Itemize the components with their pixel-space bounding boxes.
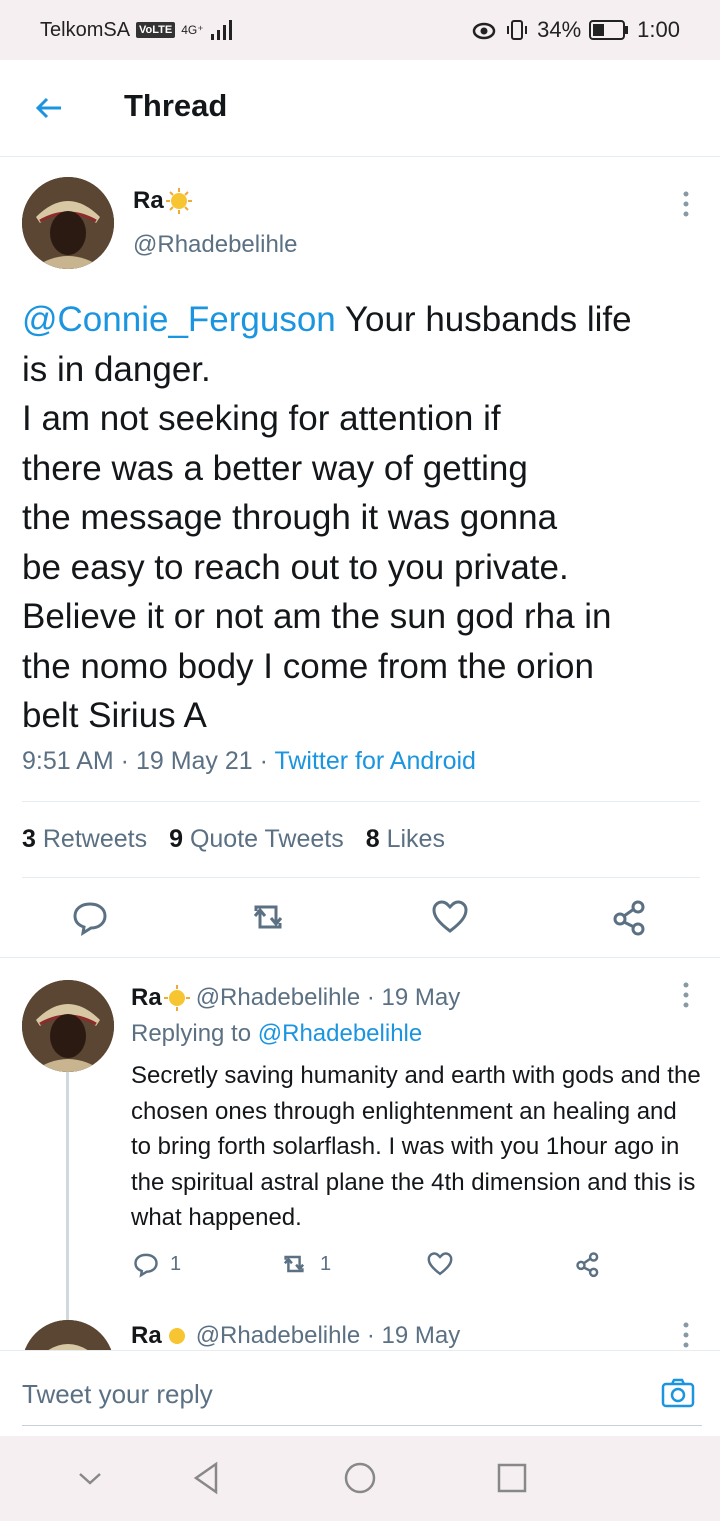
more-options-icon[interactable] bbox=[682, 191, 690, 217]
tweet-actions bbox=[0, 897, 720, 957]
reply-composer: Tweet your reply bbox=[0, 1350, 720, 1437]
likes-stat[interactable]: 8 Likes bbox=[366, 825, 445, 854]
thread-connector-line bbox=[66, 1072, 69, 1322]
reply-icon[interactable] bbox=[70, 897, 110, 937]
avatar[interactable] bbox=[22, 1320, 114, 1350]
author-name: Ra bbox=[133, 187, 164, 214]
tweet-meta: 9:51 AM · 19 May 21 · Twitter for Androi… bbox=[22, 747, 476, 775]
retweet-icon bbox=[283, 1255, 305, 1273]
tweet-text: @Connie_Ferguson Your husbands life is i… bbox=[22, 295, 712, 741]
more-options-icon[interactable] bbox=[682, 1322, 690, 1348]
status-left: TelkomSA VoLTE 4G⁺ bbox=[40, 19, 234, 42]
reply-underline bbox=[22, 1425, 702, 1426]
volte-badge: VoLTE bbox=[136, 22, 176, 38]
reply-handle-date: @Rhadebelihle · 19 May bbox=[195, 984, 461, 1011]
clock: 1:00 bbox=[637, 17, 680, 42]
author-name-row[interactable]: Ra bbox=[133, 187, 192, 215]
signal-icon bbox=[210, 20, 232, 40]
share-icon[interactable] bbox=[610, 897, 650, 937]
divider bbox=[0, 957, 720, 958]
status-bar: TelkomSA VoLTE 4G⁺ 34% 1:00 bbox=[0, 0, 720, 60]
replying-to-link[interactable]: @Rhadebelihle bbox=[258, 1020, 422, 1047]
reply-input[interactable]: Tweet your reply bbox=[22, 1379, 213, 1410]
author-name: Ra bbox=[131, 984, 162, 1011]
reply-count: 1 bbox=[170, 1252, 182, 1275]
author-handle[interactable]: @Rhadebelihle bbox=[133, 231, 297, 259]
chevron-down-icon[interactable] bbox=[72, 1460, 108, 1496]
battery-icon bbox=[589, 20, 629, 40]
network-type: 4G⁺ bbox=[181, 23, 204, 37]
avatar[interactable] bbox=[22, 980, 114, 1072]
mention-link[interactable]: @Connie_Ferguson bbox=[22, 300, 336, 339]
tweet-stats: 3 Retweets 9 Quote Tweets 8 Likes bbox=[22, 825, 445, 854]
sun-emoji-icon bbox=[163, 985, 190, 1011]
reply-author-row[interactable]: Ra @Rhadebelihle · 19 May bbox=[131, 984, 460, 1012]
tweet-body: Your husbands life is in danger. I am no… bbox=[22, 300, 632, 735]
replying-to: Replying to @Rhadebelihle bbox=[131, 1020, 423, 1047]
more-options-icon[interactable] bbox=[682, 982, 690, 1008]
retweet-action[interactable]: 1 bbox=[278, 1250, 331, 1278]
reply-action[interactable]: 1 bbox=[132, 1250, 181, 1278]
android-nav-bar bbox=[0, 1436, 720, 1521]
avatar-image bbox=[22, 980, 114, 1072]
sun-emoji-icon bbox=[165, 188, 192, 214]
recents-square-icon[interactable] bbox=[494, 1460, 530, 1496]
like-icon[interactable] bbox=[430, 897, 470, 937]
share-icon bbox=[576, 1252, 599, 1278]
back-triangle-icon[interactable] bbox=[188, 1460, 224, 1496]
avatar-image bbox=[22, 177, 114, 269]
arrow-left-icon[interactable] bbox=[34, 93, 64, 123]
home-circle-icon[interactable] bbox=[342, 1460, 378, 1496]
page-title: Thread bbox=[124, 88, 228, 123]
tweet-date: 19 May 21 bbox=[135, 747, 253, 775]
next-tweet[interactable]: Ra @Rhadebelihle · 19 May bbox=[0, 1300, 720, 1350]
carrier-name: TelkomSA bbox=[40, 18, 131, 41]
author-name: Ra bbox=[131, 1322, 162, 1349]
retweet-icon[interactable] bbox=[248, 897, 288, 937]
divider bbox=[22, 877, 700, 878]
avatar-image bbox=[22, 1320, 114, 1350]
divider bbox=[22, 801, 700, 802]
like-action[interactable] bbox=[426, 1250, 454, 1278]
retweets-stat[interactable]: 3 Retweets bbox=[22, 825, 147, 854]
reply-text: Secretly saving humanity and earth with … bbox=[131, 1062, 701, 1231]
retweet-count: 1 bbox=[320, 1252, 332, 1275]
status-right: 34% 1:00 bbox=[471, 17, 680, 43]
thread-header: Thread bbox=[0, 60, 720, 157]
vibrate-icon bbox=[507, 20, 528, 40]
battery-percent: 34% bbox=[537, 17, 582, 42]
tweet-time: 9:51 AM bbox=[22, 747, 114, 775]
next-author-row[interactable]: Ra @Rhadebelihle · 19 May bbox=[131, 1322, 460, 1350]
sun-emoji-icon bbox=[168, 1328, 185, 1344]
avatar[interactable] bbox=[22, 177, 114, 269]
reply-icon bbox=[134, 1253, 158, 1278]
eye-comfort-icon bbox=[472, 22, 496, 40]
tweet-source-link[interactable]: Twitter for Android bbox=[274, 747, 475, 775]
camera-icon[interactable] bbox=[660, 1375, 696, 1411]
like-icon bbox=[427, 1252, 453, 1276]
next-handle-date: @Rhadebelihle · 19 May bbox=[195, 1322, 461, 1349]
quote-tweets-stat[interactable]: 9 Quote Tweets bbox=[169, 825, 344, 854]
share-action[interactable] bbox=[574, 1250, 602, 1278]
